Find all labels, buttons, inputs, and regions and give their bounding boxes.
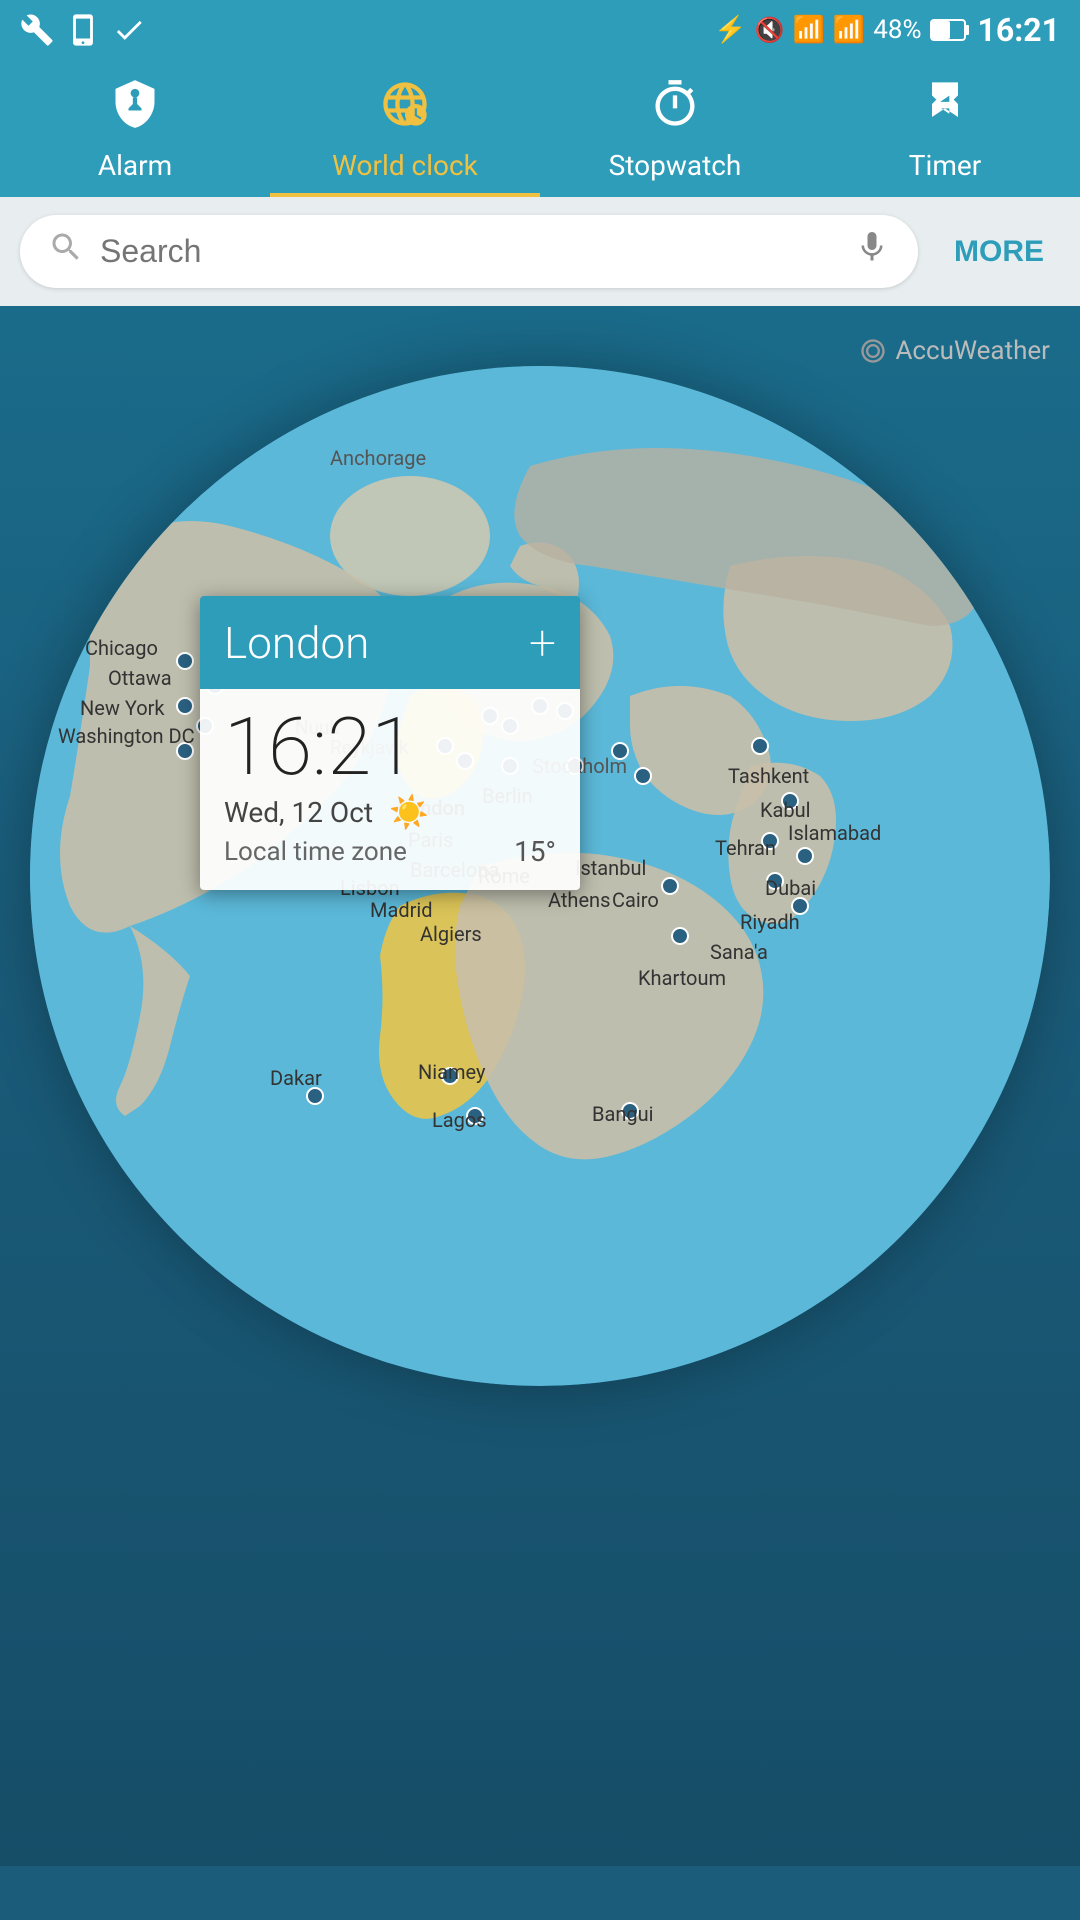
card-header: London + xyxy=(200,596,580,689)
card-body: 16:21 Wed, 12 Oct ☀️ Local time zone 15° xyxy=(200,689,580,890)
card-city-name: London xyxy=(224,617,369,669)
status-bar: ⚡ 🔇 📶 📶 48% 16:21 xyxy=(0,0,1080,60)
tab-stopwatch-label: Stopwatch xyxy=(609,149,742,182)
city-islamabad: Islamabad xyxy=(788,821,881,845)
city-khartoum: Khartoum xyxy=(638,966,726,990)
tab-worldclock-label: World clock xyxy=(332,149,478,182)
search-input[interactable] xyxy=(100,233,838,270)
city-washingtondc: Washington DC xyxy=(58,724,195,748)
card-bottom-row: Local time zone 15° xyxy=(224,835,556,868)
card-timezone: Local time zone xyxy=(224,837,407,867)
city-niamey: Niamey xyxy=(418,1060,486,1084)
city-algiers: Algiers xyxy=(420,922,482,946)
status-time: 16:21 xyxy=(978,11,1060,49)
status-icons-left xyxy=(20,13,146,47)
card-time: 16:21 xyxy=(224,707,556,787)
tab-bar: Alarm World clock Stopwatch Timer xyxy=(0,60,1080,197)
city-athens: Athens xyxy=(548,888,610,912)
stopwatch-icon xyxy=(649,78,701,143)
microphone-icon[interactable] xyxy=(854,229,890,274)
status-icons-right: ⚡ 🔇 📶 📶 48% 16:21 xyxy=(714,11,1060,49)
city-dakar: Dakar xyxy=(270,1066,322,1090)
city-sanaa: Sana'a xyxy=(710,940,768,964)
check-icon xyxy=(112,13,146,47)
city-kabul: Kabul xyxy=(760,798,811,822)
search-container[interactable] xyxy=(20,215,918,288)
city-tashkent: Tashkent xyxy=(728,764,809,788)
battery-percent: 48% xyxy=(873,15,921,45)
more-button[interactable]: MORE xyxy=(938,225,1060,279)
city-newyork: New York xyxy=(80,696,165,720)
city-bangui: Bangui xyxy=(592,1102,654,1126)
tab-alarm[interactable]: Alarm xyxy=(0,60,270,194)
tab-timer[interactable]: Timer xyxy=(810,60,1080,194)
card-temperature: 15° xyxy=(514,835,556,868)
tab-worldclock[interactable]: World clock xyxy=(270,60,540,194)
tab-alarm-label: Alarm xyxy=(98,149,172,182)
city-riyadh: Riyadh xyxy=(740,910,800,934)
globe-area: AccuWeather xyxy=(0,306,1080,1866)
signal-icon: 📶 xyxy=(833,15,865,45)
city-dubai: Dubai xyxy=(765,876,816,900)
accuweather-label: AccuWeather xyxy=(895,336,1050,366)
bluetooth-icon: ⚡ xyxy=(714,15,746,45)
worldclock-icon xyxy=(379,78,431,143)
card-date: Wed, 12 Oct xyxy=(224,796,373,829)
phone-icon xyxy=(66,13,100,47)
card-date-row: Wed, 12 Oct ☀️ xyxy=(224,793,556,831)
city-chicago: Chicago xyxy=(85,636,158,660)
wrench-icon xyxy=(20,13,54,47)
city-anchorage: Anchorage xyxy=(330,446,426,470)
city-tehran: Tehran xyxy=(715,836,776,860)
city-cairo: Cairo xyxy=(612,888,659,912)
search-bar: MORE xyxy=(0,197,1080,306)
accuweather-badge: AccuWeather xyxy=(859,336,1050,366)
alarm-icon xyxy=(109,78,161,143)
city-ottawa: Ottawa xyxy=(108,666,172,690)
search-icon xyxy=(48,229,84,274)
city-lagos: Lagos xyxy=(432,1108,487,1132)
sound-icon: 🔇 xyxy=(755,16,785,44)
card-weather-icon: ☀️ xyxy=(389,793,429,831)
london-card: London + 16:21 Wed, 12 Oct ☀️ Local time… xyxy=(200,596,580,890)
wifi-icon: 📶 xyxy=(793,15,825,45)
city-madrid: Madrid xyxy=(370,898,433,922)
battery-icon xyxy=(930,19,970,41)
city-istanbul: Istanbul xyxy=(575,856,646,880)
tab-stopwatch[interactable]: Stopwatch xyxy=(540,60,810,194)
timer-icon xyxy=(919,78,971,143)
tab-timer-label: Timer xyxy=(909,149,981,182)
card-add-button[interactable]: + xyxy=(529,614,556,671)
